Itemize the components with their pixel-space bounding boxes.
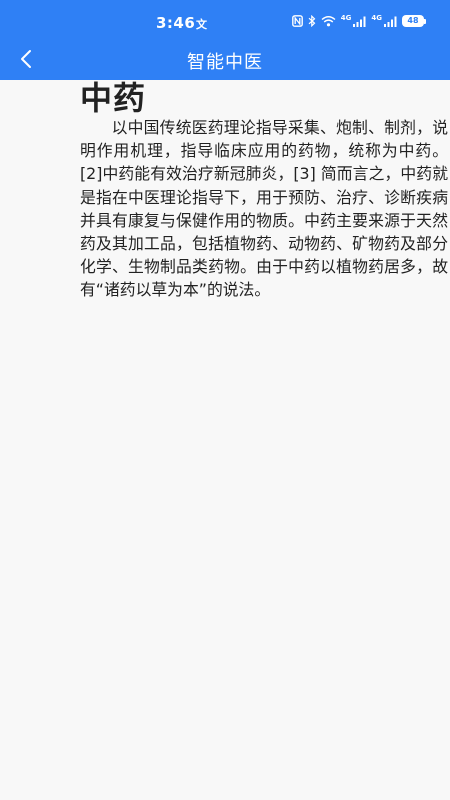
article-body: 以中国传统医药理论指导采集、炮制、制剂，说明作用机理，指导临床应用的药物，统称为… xyxy=(80,118,448,300)
network-type-label-2: 4G xyxy=(371,13,382,22)
bluetooth-icon xyxy=(308,15,316,27)
status-bar: 3:46 文 4G 4G 48 xyxy=(0,0,450,46)
article-content: 中药 以中国传统医药理论指导采集、炮制、制剂，说明作用机理，指导临床应用的药物，… xyxy=(80,80,448,302)
signal-icon xyxy=(353,16,366,27)
nav-bar: 智能中医 xyxy=(0,46,450,80)
nfc-icon xyxy=(291,15,303,27)
page-title: 智能中医 xyxy=(187,52,263,73)
status-icons: 4G 4G 48 xyxy=(291,13,426,27)
battery-level: 48 xyxy=(402,15,424,27)
status-time-suffix: 文 xyxy=(196,18,207,31)
wifi-icon xyxy=(321,15,336,27)
article-heading: 中药 xyxy=(80,79,147,117)
signal-icon xyxy=(384,16,397,27)
status-time: 3:46 xyxy=(156,14,196,32)
battery-icon: 48 xyxy=(402,15,426,27)
network-type-label-1: 4G xyxy=(340,13,352,22)
